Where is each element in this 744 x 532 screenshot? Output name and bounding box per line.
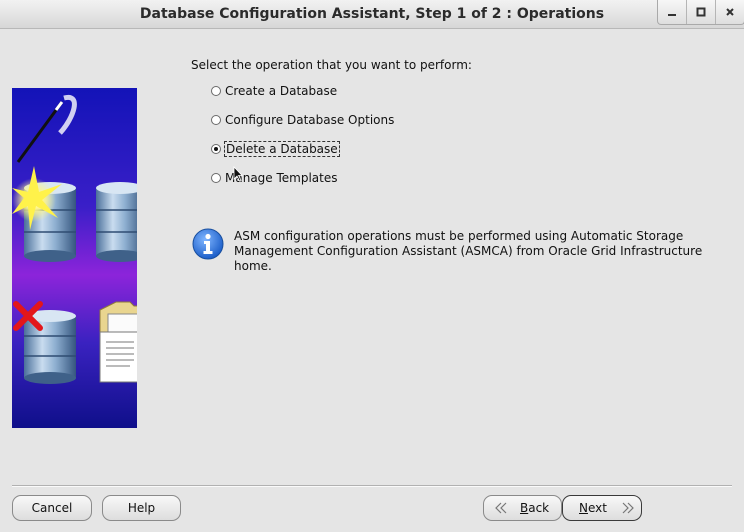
minimize-button[interactable] xyxy=(658,0,687,24)
asm-info-message: ASM configuration operations must be per… xyxy=(192,228,734,274)
radio-label: Create a Database xyxy=(225,84,338,98)
window-controls xyxy=(657,0,744,25)
button-label: Help xyxy=(127,501,156,515)
radio-manage-templates[interactable]: Manage Templates xyxy=(211,169,338,187)
wizard-illustration xyxy=(12,88,137,428)
radio-button-icon xyxy=(211,86,221,96)
info-icon xyxy=(192,228,224,260)
radio-button-icon xyxy=(211,115,221,125)
button-label: Cancel xyxy=(31,501,73,515)
operation-prompt: Select the operation that you want to pe… xyxy=(191,58,472,72)
chevron-right-icon xyxy=(622,502,634,514)
radio-label: Configure Database Options xyxy=(225,113,395,127)
button-label: Back xyxy=(520,501,550,515)
button-label: Next xyxy=(579,501,607,515)
close-button[interactable] xyxy=(716,0,744,24)
info-text: ASM configuration operations must be per… xyxy=(234,229,734,274)
title-bar[interactable]: Database Configuration Assistant, Step 1… xyxy=(0,0,744,29)
radio-delete-database[interactable]: Delete a Database xyxy=(211,140,340,158)
cancel-button[interactable]: Cancel xyxy=(12,495,92,521)
mouse-pointer-icon xyxy=(233,166,243,182)
close-icon xyxy=(726,8,734,16)
info-text-line: ASM configuration operations must be per… xyxy=(234,229,684,243)
maximize-button[interactable] xyxy=(687,0,716,24)
info-text-line: Management Configuration Assistant (ASMC… xyxy=(234,244,703,273)
radio-configure-database-options[interactable]: Configure Database Options xyxy=(211,111,394,129)
back-button[interactable]: Back xyxy=(483,495,562,521)
footer-separator xyxy=(12,485,732,487)
next-button[interactable]: Next xyxy=(562,495,642,521)
help-button[interactable]: Help xyxy=(102,495,181,521)
radio-label: Delete a Database xyxy=(224,141,340,157)
chevron-left-icon xyxy=(495,502,507,514)
minimize-icon xyxy=(668,14,676,16)
radio-button-selected-icon xyxy=(211,144,221,154)
radio-button-icon xyxy=(211,173,221,183)
window-title: Database Configuration Assistant, Step 1… xyxy=(139,6,605,22)
radio-create-database[interactable]: Create a Database xyxy=(211,82,337,100)
database-cylinder xyxy=(96,182,137,262)
folder-templates-icon xyxy=(99,301,137,383)
maximize-icon xyxy=(696,7,706,17)
